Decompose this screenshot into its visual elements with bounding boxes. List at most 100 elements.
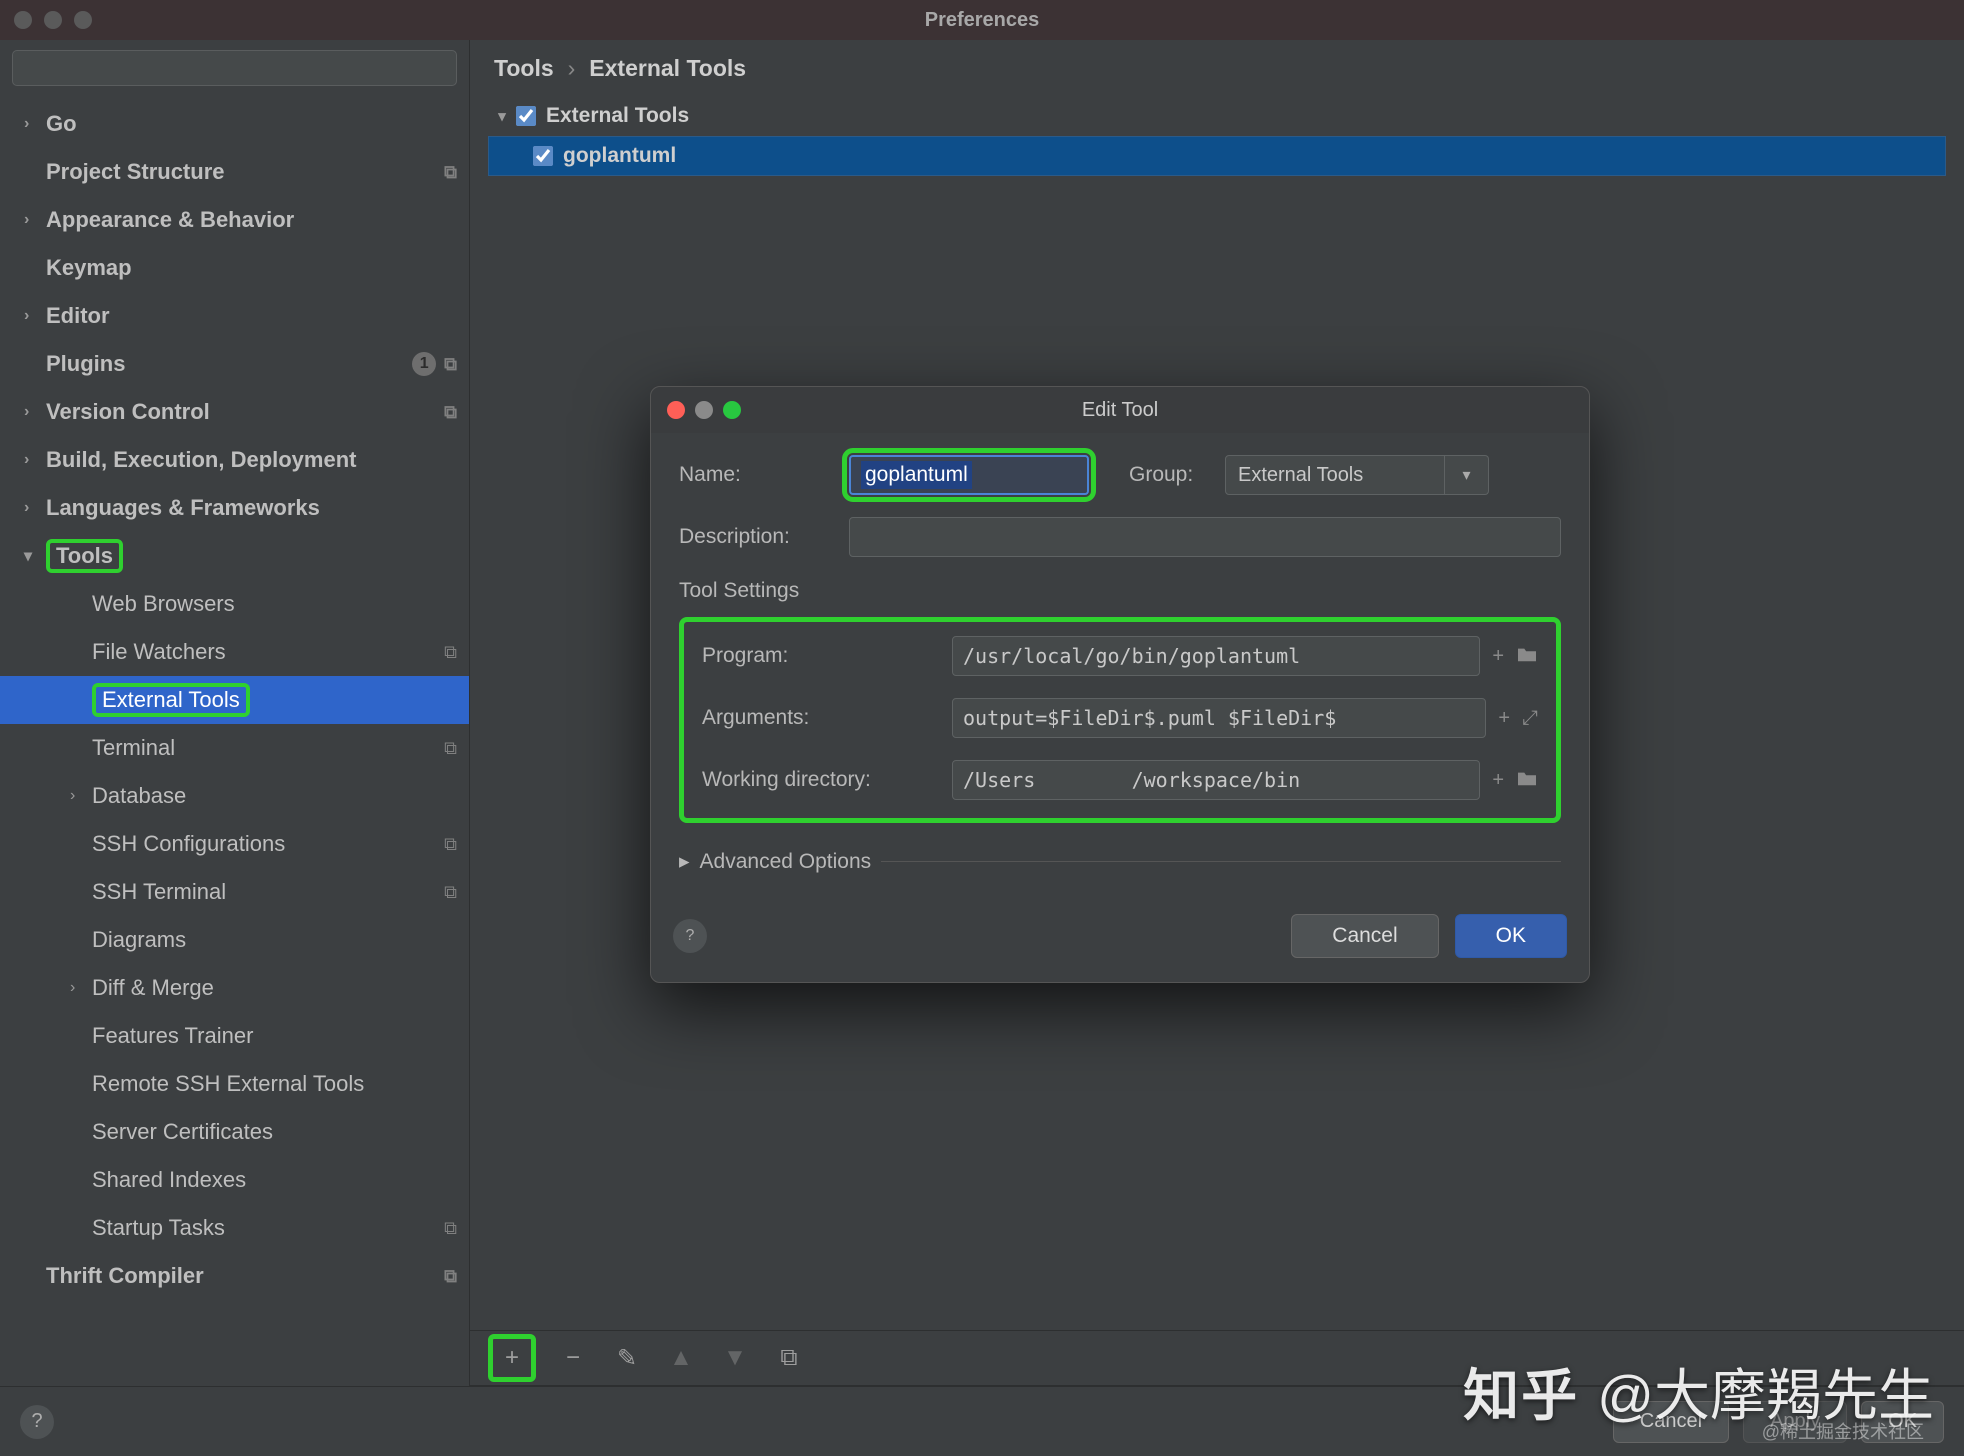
dialog-minimize-icon[interactable] xyxy=(695,401,713,419)
settings-sidebar: ›GoProject Structure⧉›Appearance & Behav… xyxy=(0,40,470,1386)
sidebar-item-features-trainer[interactable]: Features Trainer xyxy=(0,1012,469,1060)
sidebar-item-ssh-terminal[interactable]: SSH Terminal⧉ xyxy=(0,868,469,916)
sidebar-item-shared-indexes[interactable]: Shared Indexes xyxy=(0,1156,469,1204)
close-icon[interactable] xyxy=(14,11,32,29)
description-input[interactable] xyxy=(849,517,1561,557)
apply-button[interactable]: Apply xyxy=(1743,1401,1847,1443)
window-titlebar: Preferences xyxy=(0,0,1964,40)
sidebar-item-label: Go xyxy=(46,111,457,137)
edit-button[interactable]: ✎ xyxy=(610,1341,644,1375)
expand-icon[interactable]: ⤢ xyxy=(1522,707,1538,730)
sidebar-item-appearance-behavior[interactable]: ›Appearance & Behavior xyxy=(0,196,469,244)
breadcrumb-leaf: External Tools xyxy=(589,55,746,82)
chevron-down-icon[interactable]: ▾ xyxy=(1445,455,1489,495)
remove-button[interactable]: − xyxy=(556,1341,590,1375)
arguments-input[interactable] xyxy=(952,698,1486,738)
tool-group-row[interactable]: ▾ External Tools xyxy=(488,96,1946,136)
dialog-cancel-button[interactable]: Cancel xyxy=(1291,914,1438,958)
sidebar-item-plugins[interactable]: Plugins1⧉ xyxy=(0,340,469,388)
name-input[interactable]: goplantuml xyxy=(849,455,1089,495)
program-input[interactable] xyxy=(952,636,1480,676)
cancel-button[interactable]: Cancel xyxy=(1613,1401,1729,1443)
chevron-down-icon[interactable]: ▾ xyxy=(488,107,516,125)
sidebar-item-label: Project Structure xyxy=(46,159,444,185)
sidebar-item-diagrams[interactable]: Diagrams xyxy=(0,916,469,964)
dialog-ok-button[interactable]: OK xyxy=(1455,914,1567,958)
insert-macro-icon[interactable]: + xyxy=(1492,645,1504,668)
sidebar-item-project-structure[interactable]: Project Structure⧉ xyxy=(0,148,469,196)
breadcrumb: Tools › External Tools xyxy=(470,40,1964,96)
scope-icon: ⧉ xyxy=(444,1266,457,1287)
group-label: Group: xyxy=(1129,463,1225,487)
dialog-titlebar: Edit Tool xyxy=(651,387,1589,433)
insert-macro-icon[interactable]: + xyxy=(1498,707,1510,730)
sidebar-item-file-watchers[interactable]: File Watchers⧉ xyxy=(0,628,469,676)
scope-icon: ⧉ xyxy=(444,738,457,759)
maximize-icon[interactable] xyxy=(74,11,92,29)
group-select[interactable]: External Tools ▾ xyxy=(1225,455,1489,495)
sidebar-item-tools[interactable]: ▾Tools xyxy=(0,532,469,580)
group-value: External Tools xyxy=(1225,455,1445,495)
sidebar-item-thrift-compiler[interactable]: Thrift Compiler⧉ xyxy=(0,1252,469,1300)
sidebar-item-editor[interactable]: ›Editor xyxy=(0,292,469,340)
chevron-down-icon: ▾ xyxy=(24,546,46,566)
breadcrumb-root[interactable]: Tools xyxy=(494,55,554,82)
sidebar-item-web-browsers[interactable]: Web Browsers xyxy=(0,580,469,628)
sidebar-item-label: Shared Indexes xyxy=(92,1167,457,1193)
insert-macro-icon[interactable]: + xyxy=(1492,769,1504,792)
tool-item-row[interactable]: goplantuml xyxy=(488,136,1946,176)
main-panel: Tools › External Tools ▾ External Tools … xyxy=(470,40,1964,1386)
help-icon[interactable]: ? xyxy=(20,1405,54,1439)
dialog-maximize-icon[interactable] xyxy=(723,401,741,419)
sidebar-item-label: Languages & Frameworks xyxy=(46,495,457,521)
description-label: Description: xyxy=(679,525,849,549)
add-tool-highlight: + xyxy=(488,1334,536,1382)
search-input[interactable] xyxy=(12,50,457,86)
sidebar-item-build-execution-deployment[interactable]: ›Build, Execution, Deployment xyxy=(0,436,469,484)
sidebar-item-ssh-configurations[interactable]: SSH Configurations⧉ xyxy=(0,820,469,868)
sidebar-item-server-certificates[interactable]: Server Certificates xyxy=(0,1108,469,1156)
sidebar-item-version-control[interactable]: ›Version Control⧉ xyxy=(0,388,469,436)
chevron-right-icon: ▸ xyxy=(679,849,690,874)
sidebar-item-languages-frameworks[interactable]: ›Languages & Frameworks xyxy=(0,484,469,532)
help-icon[interactable]: ? xyxy=(673,919,707,953)
copy-button[interactable]: ⧉ xyxy=(772,1341,806,1375)
add-button[interactable]: + xyxy=(495,1341,529,1375)
dialog-close-icon[interactable] xyxy=(667,401,685,419)
advanced-options-toggle[interactable]: ▸ Advanced Options xyxy=(679,849,1561,874)
sidebar-item-label: Keymap xyxy=(46,255,457,281)
sidebar-item-label: Startup Tasks xyxy=(92,1215,444,1241)
move-up-button[interactable]: ▲ xyxy=(664,1341,698,1375)
chevron-right-icon: › xyxy=(70,787,92,805)
scope-icon: ⧉ xyxy=(444,882,457,903)
sidebar-item-label: Web Browsers xyxy=(92,591,457,617)
sidebar-item-label: Diagrams xyxy=(92,927,457,953)
workdir-input[interactable] xyxy=(952,760,1480,800)
program-label: Program: xyxy=(702,644,952,668)
ok-button[interactable]: OK xyxy=(1861,1401,1944,1443)
sidebar-item-startup-tasks[interactable]: Startup Tasks⧉ xyxy=(0,1204,469,1252)
sidebar-item-diff-merge[interactable]: ›Diff & Merge xyxy=(0,964,469,1012)
sidebar-item-external-tools[interactable]: External Tools xyxy=(0,676,469,724)
minimize-icon[interactable] xyxy=(44,11,62,29)
sidebar-item-label: Version Control xyxy=(46,399,444,425)
browse-folder-icon[interactable] xyxy=(1516,645,1538,668)
sidebar-item-database[interactable]: ›Database xyxy=(0,772,469,820)
chevron-right-icon: › xyxy=(24,307,46,325)
dialog-title: Edit Tool xyxy=(1082,399,1158,422)
tool-checkbox[interactable] xyxy=(533,146,553,166)
sidebar-item-terminal[interactable]: Terminal⧉ xyxy=(0,724,469,772)
group-checkbox[interactable] xyxy=(516,106,536,126)
sidebar-item-go[interactable]: ›Go xyxy=(0,100,469,148)
browse-folder-icon[interactable] xyxy=(1516,769,1538,792)
sidebar-item-keymap[interactable]: Keymap xyxy=(0,244,469,292)
move-down-button[interactable]: ▼ xyxy=(718,1341,752,1375)
tool-settings-heading: Tool Settings xyxy=(679,579,1561,603)
window-title: Preferences xyxy=(925,9,1040,32)
sidebar-item-label: Remote SSH External Tools xyxy=(92,1071,457,1097)
sidebar-tree: ›GoProject Structure⧉›Appearance & Behav… xyxy=(0,96,469,1386)
sidebar-item-remote-ssh-external-tools[interactable]: Remote SSH External Tools xyxy=(0,1060,469,1108)
name-label: Name: xyxy=(679,463,849,487)
advanced-label: Advanced Options xyxy=(700,850,872,874)
scope-icon: ⧉ xyxy=(444,354,457,375)
